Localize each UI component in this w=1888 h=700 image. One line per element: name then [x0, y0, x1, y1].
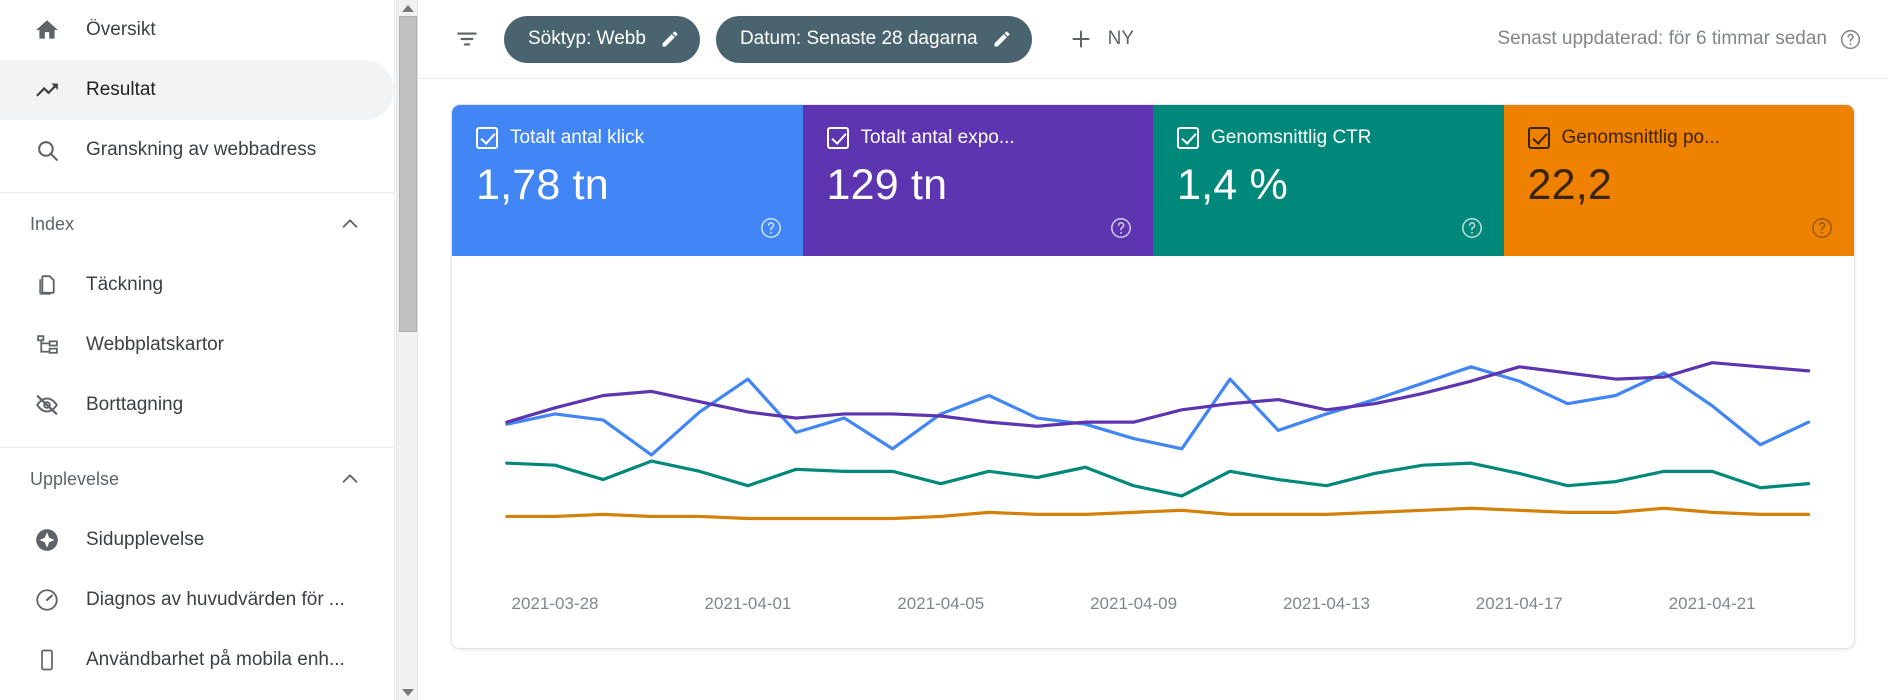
metric-value: 129 tn — [826, 161, 948, 209]
mobile-icon — [30, 643, 64, 677]
last-updated-status: Senast uppdaterad: för 6 timmar sedan — [1497, 28, 1862, 51]
help-circle-icon[interactable] — [1810, 216, 1834, 240]
sidebar-item-granskning-av-webbadress[interactable]: Granskning av webbadress — [0, 120, 394, 180]
content-area: Totalt antal klick 1,78 tn Totalt antal … — [418, 79, 1888, 649]
help-circle-icon[interactable] — [1460, 216, 1484, 240]
add-filter-button[interactable]: NY — [1056, 17, 1146, 61]
sidebar-section-upplevelse[interactable]: Upplevelse — [0, 448, 394, 510]
chip-label: Datum: Senaste 28 dagarna — [739, 28, 978, 49]
checkbox-icon[interactable] — [826, 127, 849, 149]
main-content: Söktyp: Webb Datum: Senaste 28 dagarna N… — [418, 0, 1888, 700]
sidebar: Översikt Resultat Granskning av webbadre… — [0, 0, 395, 700]
metric-label: Genomsnittlig po... — [1561, 127, 1720, 148]
chip-date-range[interactable]: Datum: Senaste 28 dagarna — [715, 15, 1032, 63]
sidebar-section-index[interactable]: Index — [0, 193, 394, 255]
sidebar-item-tackning[interactable]: Täckning — [0, 255, 394, 315]
filter-icon[interactable] — [444, 16, 490, 62]
chart-canvas — [452, 256, 1854, 649]
metric-value: 22,2 — [1527, 161, 1612, 209]
metric-label: Totalt antal klick — [510, 127, 645, 148]
sidebar-item-label: Översikt — [86, 19, 156, 40]
sidebar-item-label: Granskning av webbadress — [86, 139, 317, 160]
chart-line-genomsnittlig-ctr — [507, 461, 1809, 496]
sidebar-item-label: Sidupplevelse — [86, 529, 205, 550]
add-filter-label: NY — [1107, 28, 1135, 49]
sidebar-scrollbar[interactable] — [396, 0, 418, 700]
metric-header: Genomsnittlig CTR — [1177, 127, 1480, 149]
metric-tile-clicks[interactable]: Totalt antal klick 1,78 tn — [452, 105, 803, 256]
metric-tile-ctr[interactable]: Genomsnittlig CTR 1,4 % — [1153, 105, 1504, 256]
metric-label: Genomsnittlig CTR — [1211, 127, 1372, 148]
pencil-icon[interactable] — [660, 29, 680, 49]
sidebar-item-label: Resultat — [86, 79, 156, 100]
x-axis-tick-label: 2021-04-21 — [1668, 594, 1756, 613]
sidebar-item-oversikt[interactable]: Översikt — [0, 0, 394, 60]
x-axis-tick-label: 2021-03-28 — [511, 594, 599, 613]
sitemap-icon — [30, 328, 64, 362]
sidebar-item-anvandbarhet-mobila-enheter[interactable]: Användbarhet på mobila enh... — [0, 630, 394, 690]
search-icon — [30, 133, 64, 167]
sidebar-item-borttagning[interactable]: Borttagning — [0, 375, 394, 435]
triangle-up-icon[interactable] — [397, 0, 419, 16]
speedometer-icon — [30, 583, 64, 617]
chevron-up-icon[interactable] — [336, 465, 364, 493]
sidebar-section-title: Index — [30, 213, 75, 234]
plus-icon — [1068, 26, 1094, 52]
sidebar-item-label: Webbplatskartor — [86, 334, 224, 355]
sidebar-section-title: Upplevelse — [30, 468, 120, 489]
sidebar-item-label: Borttagning — [86, 394, 184, 415]
x-axis-tick-label: 2021-04-01 — [704, 594, 792, 613]
help-circle-icon[interactable] — [759, 216, 783, 240]
sidebar-item-label: Användbarhet på mobila enh... — [86, 649, 345, 670]
scrollbar-thumb[interactable] — [399, 16, 417, 332]
performance-chart[interactable]: 2021-03-28 2021-04-01 2021-04-05 2021-04-09… — [452, 256, 1854, 649]
sidebar-item-webbplatskartor[interactable]: Webbplatskartor — [0, 315, 394, 375]
home-icon — [30, 13, 64, 47]
app-root: Översikt Resultat Granskning av webbadre… — [0, 0, 1888, 700]
checkbox-icon[interactable] — [1177, 127, 1199, 149]
x-axis-tick-label: 2021-04-13 — [1282, 594, 1370, 613]
metric-tiles: Totalt antal klick 1,78 tn Totalt antal … — [452, 105, 1854, 256]
metric-header: Totalt antal expo... — [826, 127, 1130, 149]
help-circle-icon[interactable] — [1109, 216, 1133, 240]
help-circle-icon[interactable] — [1839, 28, 1862, 51]
sidebar-item-label: Diagnos av huvudvärden för ... — [86, 589, 345, 610]
sidebar-item-label: Täckning — [86, 274, 164, 295]
checkbox-icon[interactable] — [1527, 127, 1550, 149]
sidebar-item-resultat[interactable]: Resultat — [0, 60, 394, 120]
pencil-icon[interactable] — [992, 29, 1012, 49]
last-updated-text: Senast uppdaterad: för 6 timmar sedan — [1497, 28, 1827, 49]
chip-search-type[interactable]: Söktyp: Webb — [504, 15, 700, 63]
sidebar-item-sidupplevelse[interactable]: Sidupplevelse — [0, 510, 394, 570]
metric-header: Genomsnittlig po... — [1527, 127, 1831, 149]
triangle-down-icon[interactable] — [397, 684, 419, 700]
metric-value: 1,4 % — [1177, 161, 1288, 209]
metric-tile-impressions[interactable]: Totalt antal expo... 129 tn — [802, 105, 1153, 256]
metric-value: 1,78 tn — [476, 161, 609, 209]
metric-label: Totalt antal expo... — [860, 127, 1015, 148]
chip-label: Söktyp: Webb — [528, 28, 646, 49]
sidebar-item-diagnos-av-huvudvarden[interactable]: Diagnos av huvudvärden för ... — [0, 570, 394, 630]
metric-header: Totalt antal klick — [476, 127, 779, 149]
x-axis-tick-label: 2021-04-05 — [897, 594, 985, 613]
x-axis-tick-label: 2021-04-17 — [1475, 594, 1563, 613]
x-axis-tick-label: 2021-04-09 — [1090, 594, 1178, 613]
chevron-up-icon[interactable] — [336, 210, 364, 238]
eye-off-icon — [30, 388, 64, 422]
page-experience-icon — [30, 523, 64, 557]
documents-icon — [30, 268, 64, 302]
chart-line-genomsnittlig-position — [507, 508, 1809, 518]
chart-x-axis-labels: 2021-03-28 2021-04-01 2021-04-05 2021-04-09… — [452, 594, 1854, 616]
trending-up-icon — [30, 73, 64, 107]
performance-card: Totalt antal klick 1,78 tn Totalt antal … — [451, 104, 1855, 649]
metric-tile-position[interactable]: Genomsnittlig po... 22,2 — [1503, 105, 1854, 256]
filter-toolbar: Söktyp: Webb Datum: Senaste 28 dagarna N… — [418, 0, 1888, 79]
checkbox-icon[interactable] — [476, 127, 498, 149]
